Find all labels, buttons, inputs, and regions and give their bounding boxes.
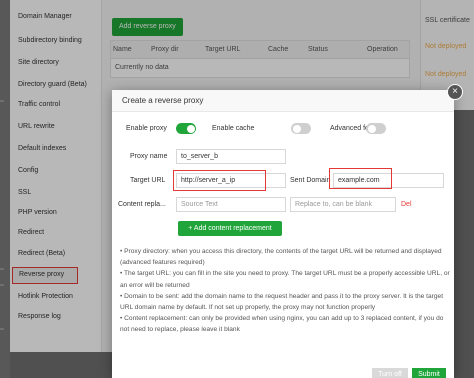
target-url-highlight (173, 170, 266, 191)
help-note-proxy-directory: • Proxy directory: when you access this … (120, 248, 442, 267)
note-text: Content replacement: can only be provide… (120, 315, 444, 334)
submit-button[interactable]: Submit (412, 368, 446, 378)
enable-cache-toggle[interactable] (291, 123, 311, 134)
advanced-feature-toggle[interactable] (366, 123, 386, 134)
note-text: Domain to be sent: add the domain name t… (120, 292, 444, 312)
delete-replacement-link[interactable]: Del (401, 201, 412, 208)
close-icon[interactable]: × (447, 84, 463, 100)
note-text: The target URL: you can fill in the site… (120, 270, 450, 289)
sent-domain-label: Sent Domain (290, 177, 331, 184)
help-note-content-replacement: • Content replacement: can only be provi… (120, 315, 444, 334)
sent-domain-highlight (329, 168, 392, 189)
enable-cache-label: Enable cache (212, 125, 255, 132)
proxy-name-input[interactable]: to_server_b (176, 149, 286, 164)
help-note-sent-domain: • Domain to be sent: add the domain name… (120, 292, 444, 312)
help-note-target-url: • The target URL: you can fill in the si… (120, 270, 450, 289)
content-replace-label: Content repla... (118, 201, 166, 208)
turn-off-button[interactable]: Turn off (372, 368, 408, 378)
create-reverse-proxy-dialog: Create a reverse proxy Enable proxy Enab… (112, 90, 454, 378)
add-content-replacement-button[interactable]: + Add content replacement (178, 221, 282, 236)
note-text: Proxy directory: when you access this di… (120, 248, 442, 267)
help-notes: • Proxy directory: when you access this … (116, 246, 450, 336)
proxy-name-label: Proxy name (130, 153, 168, 160)
toggle-knob (186, 124, 195, 133)
replace-to-input[interactable]: Replace to, can be blank (290, 197, 396, 212)
target-url-label: Target URL (130, 177, 166, 184)
enable-proxy-label: Enable proxy (126, 125, 167, 132)
source-text-input[interactable]: Source Text (176, 197, 286, 212)
toggle-knob (367, 124, 376, 133)
enable-proxy-toggle[interactable] (176, 123, 196, 134)
toggle-knob (292, 124, 301, 133)
dialog-title: Create a reverse proxy (112, 90, 454, 112)
